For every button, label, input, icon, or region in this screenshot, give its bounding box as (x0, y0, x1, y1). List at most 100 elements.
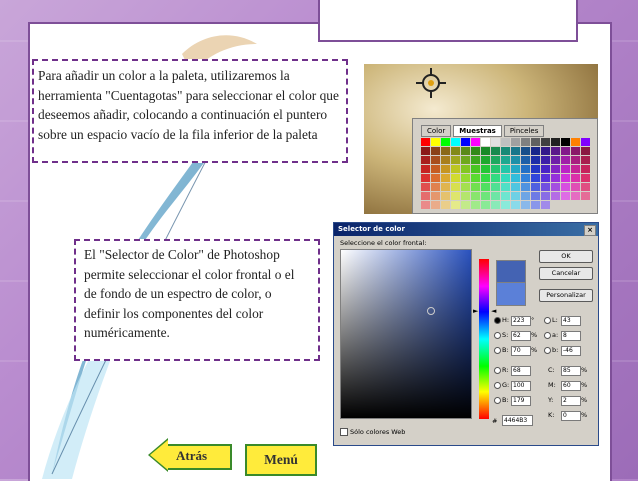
swatch[interactable] (531, 201, 540, 209)
swatch[interactable] (521, 156, 530, 164)
lab-b-row[interactable]: b: (544, 345, 558, 355)
swatch[interactable] (461, 165, 470, 173)
hue-slider-left-arrow-icon[interactable]: ► (473, 307, 478, 315)
swatch[interactable] (571, 138, 580, 146)
swatch[interactable] (441, 138, 450, 146)
swatch[interactable] (541, 183, 550, 191)
cancel-button[interactable]: Cancelar (539, 267, 593, 280)
swatch[interactable] (571, 174, 580, 182)
swatch[interactable] (551, 138, 560, 146)
swatch[interactable] (461, 183, 470, 191)
swatch[interactable] (521, 138, 530, 146)
m-input[interactable]: 60 (561, 381, 581, 391)
swatch[interactable] (481, 165, 490, 173)
swatch[interactable] (491, 174, 500, 182)
swatch[interactable] (541, 156, 550, 164)
g-input[interactable]: 100 (511, 381, 531, 391)
swatch[interactable] (491, 192, 500, 200)
swatch[interactable] (551, 192, 560, 200)
swatch[interactable] (471, 138, 480, 146)
swatch[interactable] (501, 147, 510, 155)
tab-color[interactable]: Color (421, 125, 452, 137)
swatch[interactable] (491, 156, 500, 164)
swatch[interactable] (451, 174, 460, 182)
swatch[interactable] (501, 174, 510, 182)
l-input[interactable]: 43 (561, 316, 581, 326)
swatch[interactable] (581, 165, 590, 173)
tab-muestras[interactable]: Muestras (453, 125, 502, 137)
swatch[interactable] (571, 156, 580, 164)
color-field-cursor-icon[interactable] (427, 307, 435, 315)
swatch[interactable] (421, 138, 430, 146)
swatch[interactable] (571, 192, 580, 200)
swatch[interactable] (541, 192, 550, 200)
custom-colors-button[interactable]: Personalizar (539, 289, 593, 302)
swatch[interactable] (481, 183, 490, 191)
swatch[interactable] (471, 174, 480, 182)
swatch[interactable] (421, 183, 430, 191)
swatch[interactable] (491, 138, 500, 146)
swatch[interactable] (461, 192, 470, 200)
swatch[interactable] (451, 201, 460, 209)
tab-pinceles[interactable]: Pinceles (503, 125, 545, 137)
swatch[interactable] (581, 138, 590, 146)
swatch[interactable] (471, 147, 480, 155)
h-input[interactable]: 223 (511, 316, 531, 326)
close-icon[interactable]: × (584, 225, 596, 236)
swatch[interactable] (541, 147, 550, 155)
radio-h[interactable] (494, 316, 501, 324)
web-only-checkbox[interactable]: Sólo colores Web (340, 428, 405, 436)
swatch[interactable] (461, 156, 470, 164)
rgb-b-row[interactable]: B: (494, 395, 509, 405)
swatch[interactable] (431, 201, 440, 209)
swatch[interactable] (431, 165, 440, 173)
current-color-swatch[interactable] (496, 282, 526, 306)
swatch[interactable] (561, 147, 570, 155)
swatch[interactable] (511, 201, 520, 209)
swatch[interactable] (441, 183, 450, 191)
swatch[interactable] (451, 183, 460, 191)
swatch[interactable] (481, 156, 490, 164)
hex-input[interactable]: 4464B3 (502, 415, 533, 426)
swatch[interactable] (581, 156, 590, 164)
swatch[interactable] (511, 156, 520, 164)
swatch[interactable] (441, 201, 450, 209)
swatch[interactable] (511, 192, 520, 200)
k-input[interactable]: 0 (561, 411, 581, 421)
r-input[interactable]: 68 (511, 366, 531, 376)
swatch[interactable] (581, 147, 590, 155)
swatch[interactable] (551, 156, 560, 164)
swatch[interactable] (561, 165, 570, 173)
swatch[interactable] (531, 192, 540, 200)
swatch[interactable] (431, 138, 440, 146)
swatch[interactable] (491, 183, 500, 191)
swatch[interactable] (421, 147, 430, 155)
hsb-s-row[interactable]: S: (494, 330, 508, 340)
swatch[interactable] (461, 138, 470, 146)
swatch[interactable] (421, 165, 430, 173)
swatch[interactable] (531, 165, 540, 173)
swatch[interactable] (501, 183, 510, 191)
swatch[interactable] (571, 147, 580, 155)
swatch[interactable] (441, 174, 450, 182)
swatch[interactable] (441, 165, 450, 173)
swatch[interactable] (471, 183, 480, 191)
swatch[interactable] (431, 192, 440, 200)
swatch[interactable] (431, 147, 440, 155)
swatch[interactable] (451, 138, 460, 146)
swatch[interactable] (501, 201, 510, 209)
swatch[interactable] (571, 183, 580, 191)
swatch[interactable] (451, 165, 460, 173)
swatch[interactable] (421, 156, 430, 164)
swatch[interactable] (531, 174, 540, 182)
swatch[interactable] (461, 201, 470, 209)
swatch[interactable] (421, 174, 430, 182)
swatch[interactable] (471, 192, 480, 200)
swatch[interactable] (481, 192, 490, 200)
swatch[interactable] (481, 201, 490, 209)
swatch[interactable] (541, 174, 550, 182)
swatch[interactable] (551, 201, 560, 209)
hue-slider-right-arrow-icon[interactable]: ◄ (491, 307, 496, 315)
swatch[interactable] (561, 192, 570, 200)
swatch[interactable] (481, 138, 490, 146)
